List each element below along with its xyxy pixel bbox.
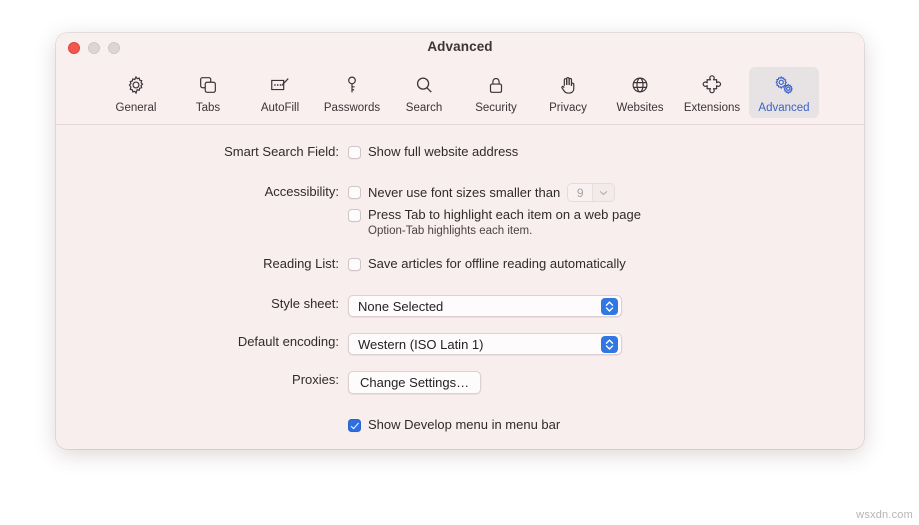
key-icon [341, 72, 363, 98]
toolbar-item-autofill[interactable]: AutoFill [245, 67, 315, 118]
press-tab-highlight-label: Press Tab to highlight each item on a we… [368, 207, 641, 222]
default-encoding-label: Default encoding: [237, 334, 339, 349]
accessibility-label: Accessibility: [264, 184, 339, 199]
window-titlebar: Advanced [56, 33, 864, 62]
toolbar-label: Passwords [323, 102, 381, 114]
style-sheet-popup-button[interactable]: None Selected [348, 295, 622, 317]
min-font-size-control: Never use font sizes smaller than 9 [348, 183, 641, 202]
row-reading-list: Reading List: Save articles for offline … [56, 255, 864, 273]
style-sheet-value: None Selected [358, 298, 444, 314]
show-develop-menu-label: Show Develop menu in menu bar [368, 417, 561, 432]
gears-icon [772, 72, 796, 98]
toolbar-label: Extensions [683, 102, 741, 114]
press-tab-highlight-checkbox[interactable] [348, 208, 361, 222]
save-articles-offline-checkbox[interactable] [348, 257, 361, 271]
preferences-toolbar: General Tabs AutoFill Passwords Search S… [56, 62, 864, 125]
accessibility-controls: Never use font sizes smaller than 9 Pres… [348, 183, 641, 239]
toolbar-item-advanced[interactable]: Advanced [749, 67, 819, 118]
toolbar-item-extensions[interactable]: Extensions [677, 67, 747, 118]
row-develop-menu: Show Develop menu in menu bar [56, 416, 864, 434]
hand-icon [557, 72, 579, 98]
style-sheet-control: None Selected [348, 295, 622, 317]
minimum-font-size-combobox[interactable]: 9 [567, 183, 616, 202]
window-title: Advanced [427, 39, 493, 54]
show-develop-menu-checkbox[interactable] [348, 418, 361, 432]
toolbar-item-security[interactable]: Security [461, 67, 531, 118]
toolbar-label: Advanced [758, 102, 810, 114]
default-encoding-value: Western (ISO Latin 1) [358, 336, 484, 352]
style-sheet-label: Style sheet: [271, 296, 339, 311]
row-proxies: Proxies: Change Settings… [56, 371, 864, 394]
toolbar-item-tabs[interactable]: Tabs [173, 67, 243, 118]
preferences-window: Advanced General Tabs AutoFill Passwords… [56, 33, 864, 449]
advanced-settings-pane: Smart Search Field: Show full website ad… [56, 125, 864, 449]
toolbar-item-websites[interactable]: Websites [605, 67, 675, 118]
row-default-encoding: Default encoding: Western (ISO Latin 1) [56, 333, 864, 355]
proxies-control: Change Settings… [348, 371, 482, 394]
puzzle-piece-icon [700, 72, 724, 98]
toolbar-label: Privacy [549, 102, 587, 114]
toolbar-label: Websites [616, 102, 664, 114]
toolbar-label: Search [405, 102, 443, 114]
gear-icon [125, 72, 147, 98]
never-use-font-sizes-checkbox[interactable] [348, 186, 361, 199]
globe-icon [629, 72, 651, 98]
row-smart-search-field: Smart Search Field: Show full website ad… [56, 143, 864, 161]
smart-search-field-label: Smart Search Field: [224, 144, 339, 159]
autofill-pencil-icon [268, 72, 292, 98]
change-settings-button[interactable]: Change Settings… [348, 371, 482, 394]
toolbar-label: Security [475, 102, 517, 114]
row-style-sheet: Style sheet: None Selected [56, 295, 864, 317]
reading-list-label: Reading List: [263, 256, 339, 271]
minimum-font-size-value: 9 [568, 184, 593, 201]
tabs-icon [197, 72, 219, 98]
show-full-website-address-label: Show full website address [368, 144, 519, 159]
default-encoding-control: Western (ISO Latin 1) [348, 333, 622, 355]
option-tab-note: Option-Tab highlights each item. [368, 225, 533, 237]
default-encoding-popup-button[interactable]: Western (ISO Latin 1) [348, 333, 622, 355]
toolbar-label: General [115, 102, 157, 114]
reading-list-control: Save articles for offline reading automa… [348, 255, 626, 273]
lock-icon [485, 72, 507, 98]
watermark: wsxdn.com [856, 509, 913, 521]
toolbar-label: Tabs [195, 102, 221, 114]
toolbar-item-privacy[interactable]: Privacy [533, 67, 603, 118]
tab-highlight-control: Press Tab to highlight each item on a we… [348, 206, 641, 224]
magnifier-icon [413, 72, 435, 98]
toolbar-item-search[interactable]: Search [389, 67, 459, 118]
never-use-font-sizes-label: Never use font sizes smaller than [368, 184, 561, 200]
toolbar-label: AutoFill [260, 102, 300, 114]
chevron-up-down-icon [601, 298, 618, 315]
develop-menu-control: Show Develop menu in menu bar [348, 416, 560, 434]
chevron-down-icon [592, 184, 615, 201]
chevron-up-down-icon [601, 336, 618, 353]
toolbar-item-general[interactable]: General [101, 67, 171, 118]
save-articles-offline-label: Save articles for offline reading automa… [368, 256, 626, 271]
show-full-website-address-checkbox[interactable] [348, 145, 361, 159]
row-accessibility: Accessibility: Never use font sizes smal… [56, 183, 864, 239]
proxies-label: Proxies: [292, 372, 339, 387]
toolbar-item-passwords[interactable]: Passwords [317, 67, 387, 118]
smart-search-field-control: Show full website address [348, 143, 518, 161]
